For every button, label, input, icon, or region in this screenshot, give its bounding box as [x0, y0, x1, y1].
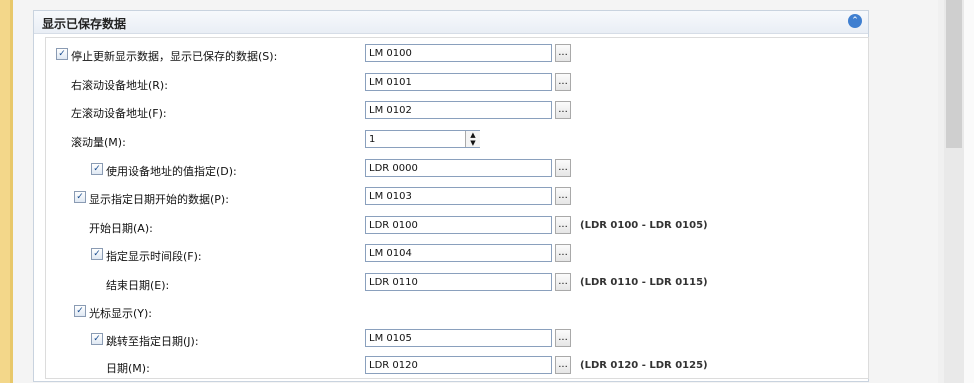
settings-group: ✓ 停止更新显示数据，显示已保存的数据(S): LM 0100 ... 右滚动设… — [45, 37, 869, 379]
stop-update-browse-button[interactable]: ... — [555, 44, 571, 62]
use-device-value-browse-button[interactable]: ... — [555, 159, 571, 177]
jump-to-date-browse-button[interactable]: ... — [555, 329, 571, 347]
cursor-display-label: 光标显示(Y): — [89, 307, 153, 320]
date-range: (LDR 0120 - LDR 0125) — [580, 360, 708, 371]
show-from-date-checkbox[interactable]: ✓ — [74, 191, 86, 203]
date-label: 日期(M): — [106, 362, 150, 375]
right-scroll-browse-button[interactable]: ... — [555, 73, 571, 91]
scrollbar-thumb[interactable] — [946, 0, 962, 148]
left-scroll-label: 左滚动设备地址(F): — [71, 107, 167, 120]
jump-to-date-label: 跳转至指定日期(J): — [106, 335, 199, 348]
date-browse-button[interactable]: ... — [555, 356, 571, 374]
start-date-field[interactable]: LDR 0100 — [365, 216, 552, 234]
row-use-device-value: ✓ 使用设备地址的值指定(D): LDR 0000 ... — [46, 159, 846, 179]
specify-period-label: 指定显示时间段(F): — [106, 250, 202, 263]
collapse-icon[interactable]: ⌃ — [848, 14, 862, 28]
end-date-range: (LDR 0110 - LDR 0115) — [580, 277, 708, 288]
jump-to-date-checkbox[interactable]: ✓ — [91, 333, 103, 345]
start-date-label: 开始日期(A): — [89, 222, 153, 235]
show-from-date-browse-button[interactable]: ... — [555, 187, 571, 205]
stop-update-checkbox[interactable]: ✓ — [56, 48, 68, 60]
saved-data-panel: 显示已保存数据 ⌃ ✓ 停止更新显示数据，显示已保存的数据(S): LM 010… — [33, 10, 869, 382]
row-jump-to-date: ✓ 跳转至指定日期(J): LM 0105 ... — [46, 329, 846, 349]
cursor-display-checkbox[interactable]: ✓ — [74, 305, 86, 317]
show-from-date-label: 显示指定日期开始的数据(P): — [89, 193, 229, 206]
row-show-from-date: ✓ 显示指定日期开始的数据(P): LM 0103 ... — [46, 187, 846, 207]
right-scroll-field[interactable]: LM 0101 — [365, 73, 552, 91]
use-device-value-label: 使用设备地址的值指定(D): — [106, 165, 237, 178]
stop-update-field[interactable]: LM 0100 — [365, 44, 552, 62]
start-date-range: (LDR 0100 - LDR 0105) — [580, 220, 708, 231]
left-scroll-field[interactable]: LM 0102 — [365, 101, 552, 119]
specify-period-field[interactable]: LM 0104 — [365, 244, 552, 262]
row-scroll-amount: 滚动量(M): 1 ▲ ▼ — [46, 130, 846, 150]
left-scroll-browse-button[interactable]: ... — [555, 101, 571, 119]
row-left-scroll: 左滚动设备地址(F): LM 0102 ... — [46, 101, 846, 121]
jump-to-date-field[interactable]: LM 0105 — [365, 329, 552, 347]
right-edge — [964, 0, 974, 383]
use-device-value-checkbox[interactable]: ✓ — [91, 163, 103, 175]
scroll-amount-stepper[interactable]: 1 — [365, 130, 480, 148]
right-scroll-label: 右滚动设备地址(R): — [71, 79, 168, 92]
end-date-field[interactable]: LDR 0110 — [365, 273, 552, 291]
row-cursor-display: ✓ 光标显示(Y): — [46, 301, 846, 321]
start-date-browse-button[interactable]: ... — [555, 216, 571, 234]
row-stop-update: ✓ 停止更新显示数据，显示已保存的数据(S): LM 0100 ... — [46, 44, 846, 64]
row-right-scroll: 右滚动设备地址(R): LM 0101 ... — [46, 73, 846, 93]
left-accent-strip — [0, 0, 10, 383]
row-start-date: 开始日期(A): LDR 0100 ... (LDR 0100 - LDR 01… — [46, 216, 846, 236]
end-date-label: 结束日期(E): — [106, 279, 170, 292]
scroll-amount-label: 滚动量(M): — [71, 136, 126, 149]
row-date: 日期(M): LDR 0120 ... (LDR 0120 - LDR 0125… — [46, 356, 846, 376]
row-specify-period: ✓ 指定显示时间段(F): LM 0104 ... — [46, 244, 846, 264]
specify-period-checkbox[interactable]: ✓ — [91, 248, 103, 260]
stop-update-label: 停止更新显示数据，显示已保存的数据(S): — [71, 50, 278, 63]
specify-period-browse-button[interactable]: ... — [555, 244, 571, 262]
use-device-value-field[interactable]: LDR 0000 — [365, 159, 552, 177]
spin-arrows-icon[interactable]: ▲ ▼ — [465, 131, 480, 147]
show-from-date-field[interactable]: LM 0103 — [365, 187, 552, 205]
panel-header: 显示已保存数据 ⌃ — [34, 11, 868, 34]
date-field[interactable]: LDR 0120 — [365, 356, 552, 374]
row-end-date: 结束日期(E): LDR 0110 ... (LDR 0110 - LDR 01… — [46, 273, 846, 293]
panel-title: 显示已保存数据 — [42, 17, 127, 31]
end-date-browse-button[interactable]: ... — [555, 273, 571, 291]
